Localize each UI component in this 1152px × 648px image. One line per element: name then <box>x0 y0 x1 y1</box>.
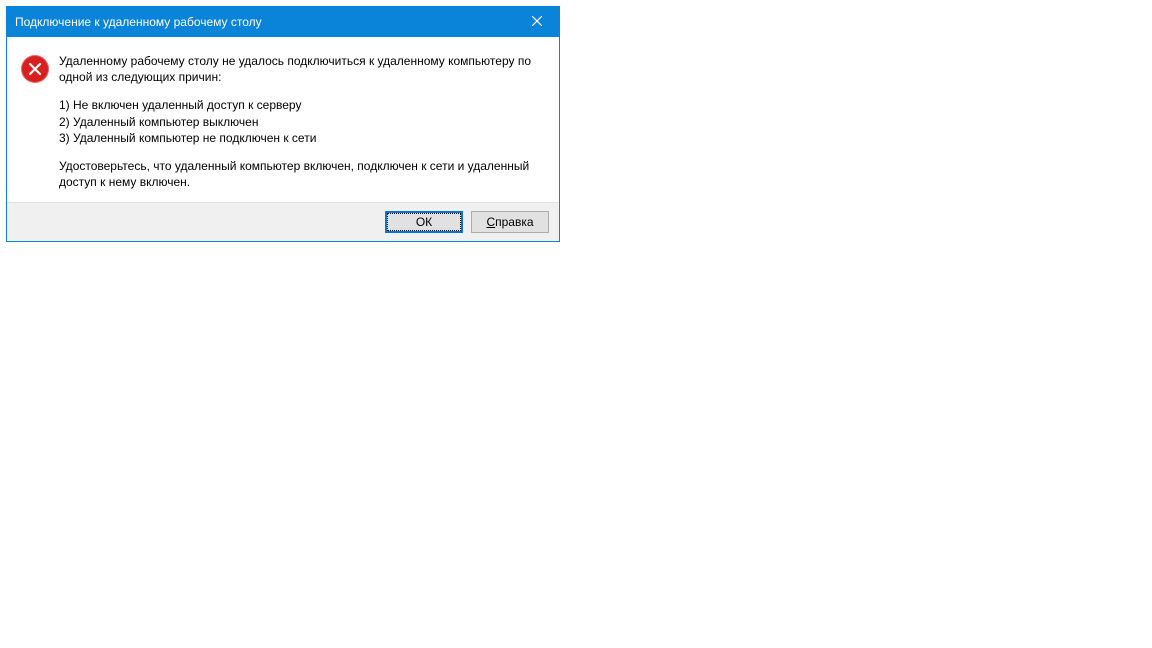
message-intro: Удаленному рабочему столу не удалось под… <box>59 53 541 85</box>
help-button[interactable]: Справка <box>471 211 549 233</box>
dialog-title: Подключение к удаленному рабочему столу <box>15 15 262 29</box>
button-row: ОК Справка <box>7 202 559 241</box>
reason-3: 3) Удаленный компьютер не подключен к се… <box>59 130 541 146</box>
error-dialog: Подключение к удаленному рабочему столу … <box>6 6 560 242</box>
close-icon <box>532 15 542 29</box>
reason-1: 1) Не включен удаленный доступ к серверу <box>59 97 541 113</box>
message-text: Удаленному рабочему столу не удалось под… <box>59 53 541 190</box>
ok-button[interactable]: ОК <box>385 211 463 233</box>
error-icon <box>21 55 49 83</box>
titlebar[interactable]: Подключение к удаленному рабочему столу <box>7 7 559 37</box>
icon-column <box>21 53 59 190</box>
reason-2: 2) Удаленный компьютер выключен <box>59 114 541 130</box>
close-button[interactable] <box>514 7 559 37</box>
ok-button-label: ОК <box>416 215 432 229</box>
message-outro: Удостоверьтесь, что удаленный компьютер … <box>59 158 541 190</box>
help-button-label: Справка <box>486 215 533 229</box>
reasons-list: 1) Не включен удаленный доступ к серверу… <box>59 97 541 146</box>
dialog-content: Удаленному рабочему столу не удалось под… <box>7 37 559 202</box>
